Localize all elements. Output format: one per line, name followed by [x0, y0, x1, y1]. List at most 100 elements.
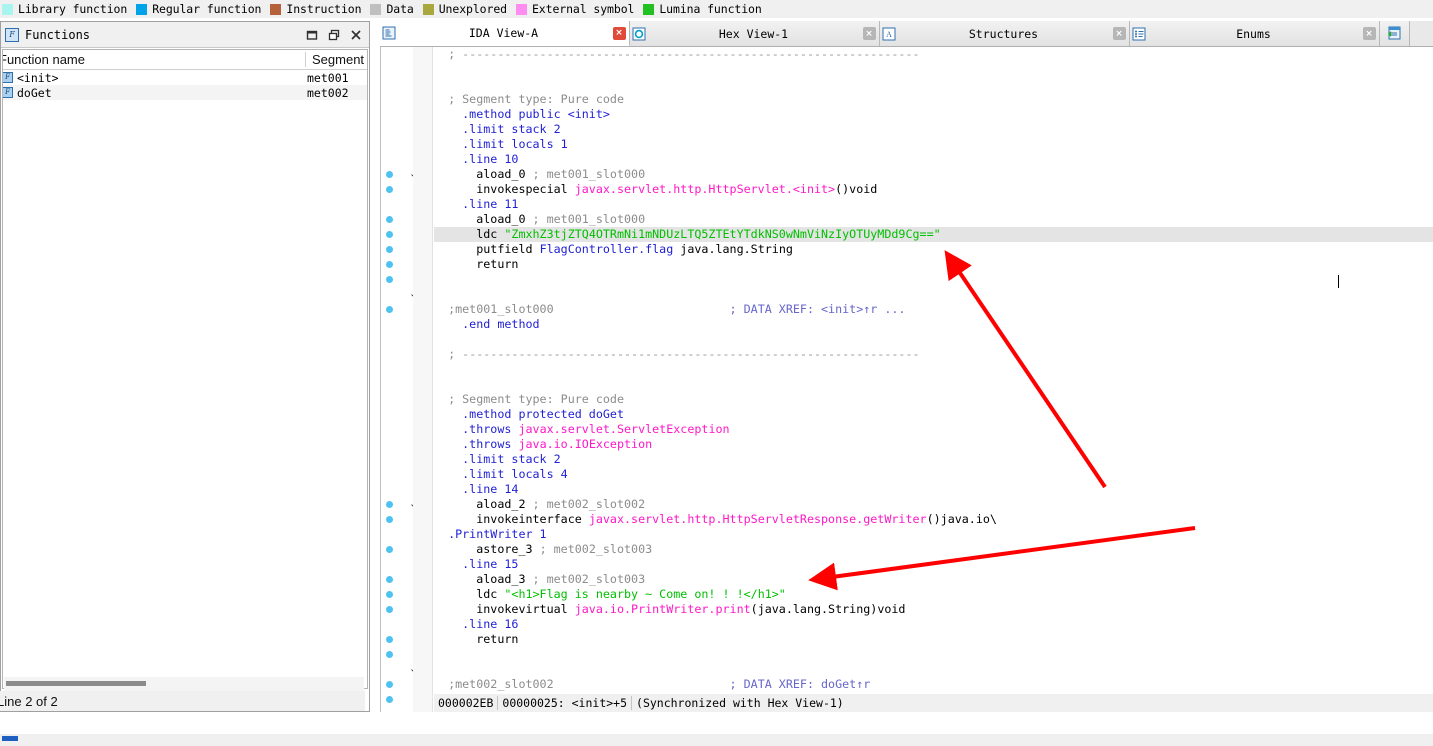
disassembly-line[interactable]: ldc "ZmxhZ3tjZTQ4OTRmNi1mNDUzLTQ5ZTEtYTd… [434, 227, 1433, 242]
code-token-dir: .line 16 [434, 617, 518, 631]
disassembly-fold-gutter[interactable] [413, 47, 433, 712]
disassembly-line[interactable]: .throws java.io.IOException [434, 437, 1433, 452]
tab-close-button[interactable]: × [1359, 27, 1379, 40]
disassembly-line[interactable]: .line 15 [434, 557, 1433, 572]
legend-label: Library function [18, 2, 127, 16]
ida-view-a-disassembly[interactable]: ⌄⌄⌄⌄ ; ---------------------------------… [380, 47, 1433, 712]
tab-structures[interactable]: AStructures× [880, 21, 1130, 46]
instruction-marker-dot-icon [386, 591, 393, 598]
column-header-segment[interactable]: Segment [305, 52, 367, 67]
disassembly-line[interactable] [434, 647, 1433, 662]
minimize-icon[interactable] [301, 24, 323, 46]
disassembly-line[interactable]: ;met001_slot000 ; DATA XREF: <init>↑r ..… [434, 302, 1433, 317]
legend-item-unexplored: Unexplored [423, 2, 507, 16]
disassembly-line[interactable]: putfield FlagController.flag java.lang.S… [434, 242, 1433, 257]
functions-list[interactable]: F<init>met001FdoGetmet002 [3, 70, 367, 100]
scrollbar-thumb[interactable] [6, 681, 146, 686]
disassembly-line[interactable]: .end method [434, 317, 1433, 332]
disassembly-line[interactable]: ; --------------------------------------… [434, 347, 1433, 362]
disassembly-line[interactable]: .limit locals 1 [434, 137, 1433, 152]
disassembly-line[interactable]: .line 11 [434, 197, 1433, 212]
tab-ida-view-a[interactable]: IDA View-A× [380, 21, 630, 46]
disassembly-line[interactable]: return [434, 632, 1433, 647]
code-token-ext: javax.servlet.http.HttpServlet.<init> [575, 182, 835, 196]
legend-label: External symbol [532, 2, 634, 16]
disassembly-line[interactable]: invokeinterface javax.servlet.http.HttpS… [434, 512, 1433, 527]
disassembly-line[interactable]: .method public <init> [434, 107, 1433, 122]
functions-horizontal-scrollbar[interactable] [4, 677, 364, 691]
legend-item-regular-function: Regular function [136, 2, 261, 16]
disassembly-line[interactable]: .limit stack 2 [434, 122, 1433, 137]
disassembly-line[interactable]: ; Segment type: Pure code [434, 392, 1433, 407]
close-icon[interactable]: × [1363, 27, 1376, 40]
table-row[interactable]: FdoGetmet002 [3, 85, 367, 100]
disassembly-line[interactable]: ; --------------------------------------… [434, 47, 1433, 62]
disassembly-line[interactable]: invokespecial javax.servlet.http.HttpSer… [434, 182, 1433, 197]
disassembly-line[interactable]: aload_0 ; met001_slot000 [434, 167, 1433, 182]
code-token-dir: .throws [434, 437, 518, 451]
disassembly-line[interactable]: ;met002_slot002 ; DATA XREF: doGet↑r [434, 677, 1433, 692]
swatch-icon [516, 4, 527, 15]
disassembly-line[interactable]: .method protected doGet [434, 407, 1433, 422]
hex-view-icon [630, 27, 648, 41]
disassembly-line[interactable] [434, 377, 1433, 392]
swatch-icon [423, 4, 434, 15]
disassembly-line[interactable] [434, 362, 1433, 377]
disassembly-line[interactable] [434, 77, 1433, 92]
disassembly-line[interactable]: astore_3 ; met002_slot003 [434, 542, 1433, 557]
close-icon[interactable] [345, 24, 367, 46]
disassembly-text[interactable]: ; --------------------------------------… [434, 47, 1433, 692]
tab-close-button[interactable]: × [1109, 27, 1129, 40]
disassembly-line[interactable]: .line 14 [434, 482, 1433, 497]
disassembly-line[interactable]: .limit stack 2 [434, 452, 1433, 467]
instruction-marker-dot-icon [386, 231, 393, 238]
new-view-button[interactable] [1380, 21, 1410, 46]
disassembly-line[interactable]: aload_2 ; met002_slot002 [434, 497, 1433, 512]
disassembly-line[interactable] [434, 272, 1433, 287]
tab-enums[interactable]: Enums× [1130, 21, 1380, 46]
disassembly-line[interactable]: .PrintWriter 1 [434, 527, 1433, 542]
table-row[interactable]: F<init>met001 [3, 70, 367, 85]
column-header-function-name[interactable]: Function name [2, 52, 305, 67]
color-legend-bar: Library functionRegular functionInstruct… [0, 0, 1433, 18]
code-token-ext: java.io.PrintWriter.print [575, 602, 751, 616]
code-token-dir: .line 14 [434, 482, 518, 496]
restore-icon[interactable] [323, 24, 345, 46]
disassembly-line[interactable]: .line 10 [434, 152, 1433, 167]
tab-close-button[interactable]: × [609, 27, 629, 40]
svg-text:A: A [886, 30, 892, 39]
disassembly-line[interactable] [434, 662, 1433, 677]
tab-label: Hex View-1 [648, 27, 859, 41]
instruction-marker-dot-icon [386, 681, 393, 688]
view-tab-bar[interactable]: IDA View-A×Hex View-1×AStructures×Enums× [380, 21, 1433, 47]
legend-label: Data [386, 2, 413, 16]
disassembly-line[interactable]: .line 16 [434, 617, 1433, 632]
disassembly-line[interactable]: aload_3 ; met002_slot003 [434, 572, 1433, 587]
functions-table[interactable]: Function name Segment F<init>met001FdoGe… [2, 49, 368, 689]
enums-icon [1130, 27, 1148, 41]
code-token-name: FlagController.flag [540, 242, 674, 256]
function-icon: F [2, 72, 13, 83]
tab-close-button[interactable]: × [859, 27, 879, 40]
disassembly-line[interactable] [434, 287, 1433, 302]
disassembly-line[interactable] [434, 332, 1433, 347]
ida-view-icon [380, 26, 398, 40]
disassembly-line[interactable] [434, 62, 1433, 77]
disassembly-line[interactable]: return [434, 257, 1433, 272]
tab-hex-view-1[interactable]: Hex View-1 × [630, 21, 880, 46]
code-token-cmt: ; Segment type: Pure code [434, 92, 624, 106]
disassembly-line[interactable]: ; Segment type: Pure code [434, 92, 1433, 107]
code-token-ins: invokeinterface [434, 512, 589, 526]
code-token-cmt: ; met001_slot000 [533, 167, 646, 181]
close-icon[interactable]: × [1113, 27, 1126, 40]
disassembly-line[interactable]: .limit locals 4 [434, 467, 1433, 482]
code-token-dir: .limit stack 2 [434, 452, 561, 466]
disassembly-line[interactable]: ldc "<h1>Flag is nearby ~ Come on! ! !</… [434, 587, 1433, 602]
functions-window: F Functions Function name Segment F<init… [0, 21, 370, 712]
disassembly-line[interactable]: aload_0 ; met001_slot000 [434, 212, 1433, 227]
instruction-marker-dot-icon [386, 216, 393, 223]
close-icon[interactable]: × [863, 27, 876, 40]
disassembly-line[interactable]: .throws javax.servlet.ServletException [434, 422, 1433, 437]
close-icon[interactable]: × [613, 27, 626, 40]
disassembly-line[interactable]: invokevirtual java.io.PrintWriter.print(… [434, 602, 1433, 617]
